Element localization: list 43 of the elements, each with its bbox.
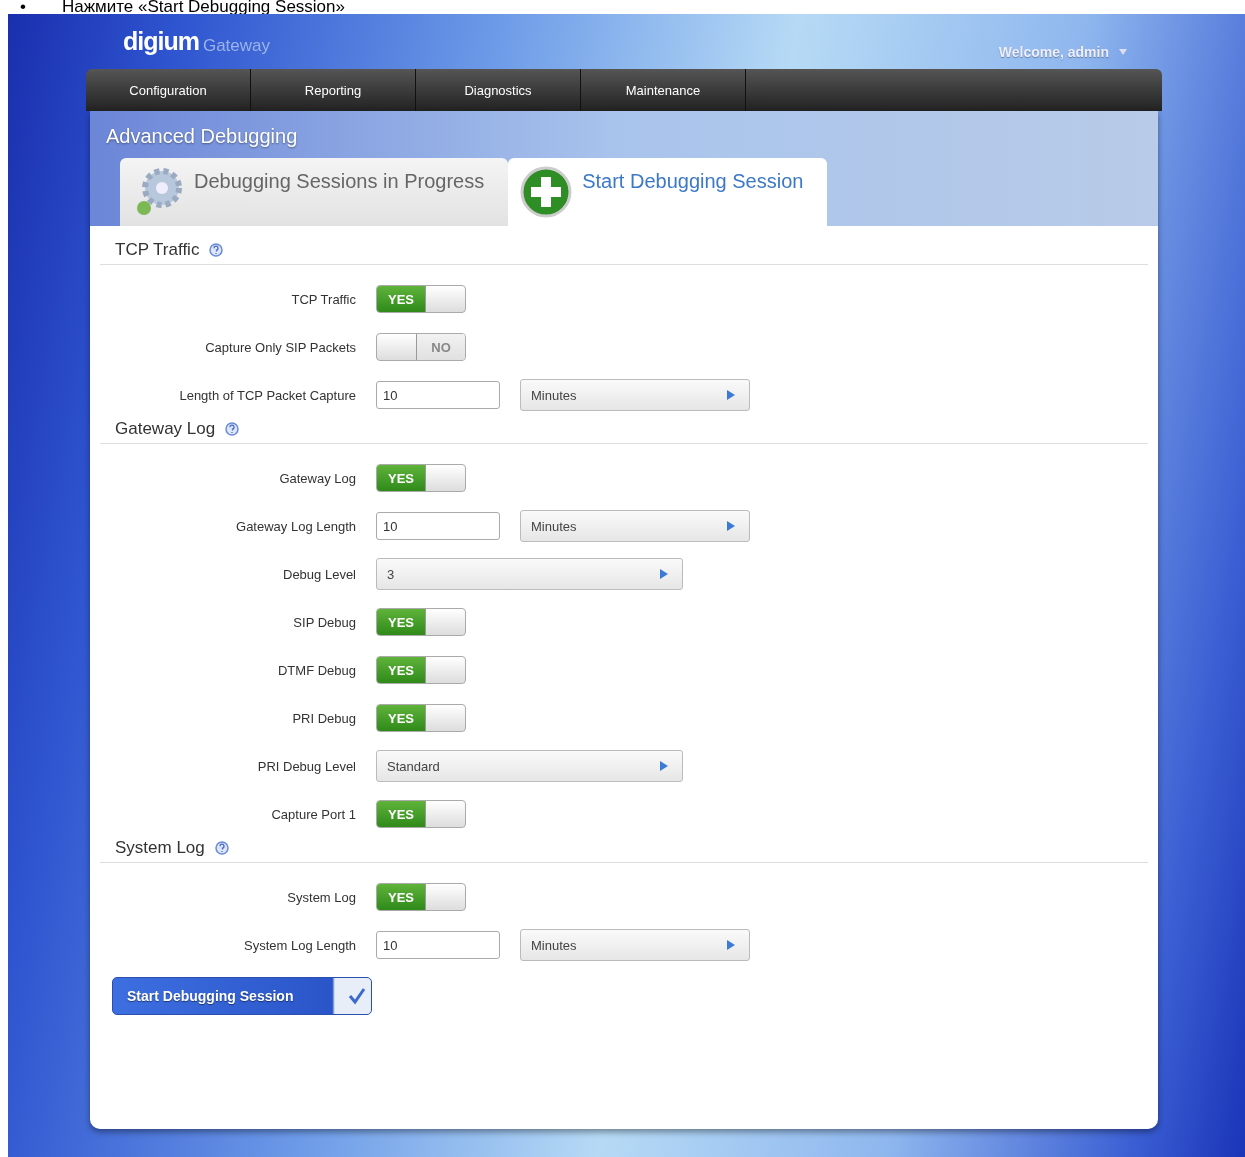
- field-label: Capture Only SIP Packets: [204, 339, 356, 355]
- field-label: PRI Debug: [291, 710, 356, 726]
- caption-text: Нажмите «Start Debugging Session»: [61, 0, 345, 14]
- field-label: Capture Port 1: [270, 806, 356, 822]
- logo-text: digium: [123, 27, 199, 56]
- caret-icon: [727, 390, 735, 400]
- field-label: SIP Debug: [292, 614, 356, 630]
- caret-icon: [1119, 48, 1127, 55]
- tab[interactable]: Debugging Sessions in Progress: [120, 158, 509, 226]
- help-icon[interactable]: [209, 243, 224, 257]
- plus-icon: [520, 166, 573, 218]
- section-title: TCP Traffic: [115, 240, 200, 260]
- field-label: System Log Length: [242, 937, 356, 953]
- tab[interactable]: Start Debugging Session: [508, 158, 828, 226]
- unit-dropdown[interactable]: Minutes: [520, 510, 750, 542]
- checkmark-icon: [347, 987, 367, 1005]
- section-title: Gateway Log: [115, 419, 216, 439]
- caret-icon: [727, 940, 735, 950]
- bullet-mark: •: [20, 0, 26, 14]
- level-dropdown[interactable]: 3: [376, 558, 683, 590]
- caret-icon: [727, 521, 735, 531]
- unit-dropdown[interactable]: Minutes: [520, 379, 750, 411]
- caret-icon: [660, 569, 668, 579]
- help-icon[interactable]: [214, 841, 229, 855]
- field-label: System Log: [286, 889, 356, 905]
- level-dropdown[interactable]: Standard: [376, 750, 683, 782]
- caret-icon: [660, 761, 668, 771]
- start-session-button[interactable]: Start Debugging Session: [112, 977, 372, 1015]
- field-label: TCP Traffic: [290, 291, 356, 307]
- field-label: Debug Level: [282, 566, 356, 582]
- help-icon[interactable]: [225, 422, 240, 436]
- field-label: DTMF Debug: [276, 662, 356, 678]
- number-field[interactable]: 10: [376, 931, 500, 959]
- product-name: Gateway: [202, 36, 271, 56]
- section-title: System Log: [115, 838, 205, 858]
- field-label: Gateway Log Length: [235, 518, 356, 534]
- field-label: PRI Debug Level: [256, 758, 356, 774]
- number-field[interactable]: 10: [376, 512, 500, 540]
- field-label: Gateway Log: [278, 470, 356, 486]
- field-label: Length of TCP Packet Capture: [178, 387, 356, 403]
- page-title: Advanced Debugging: [106, 125, 299, 148]
- unit-dropdown[interactable]: Minutes: [520, 929, 750, 961]
- number-field[interactable]: 10: [376, 381, 500, 409]
